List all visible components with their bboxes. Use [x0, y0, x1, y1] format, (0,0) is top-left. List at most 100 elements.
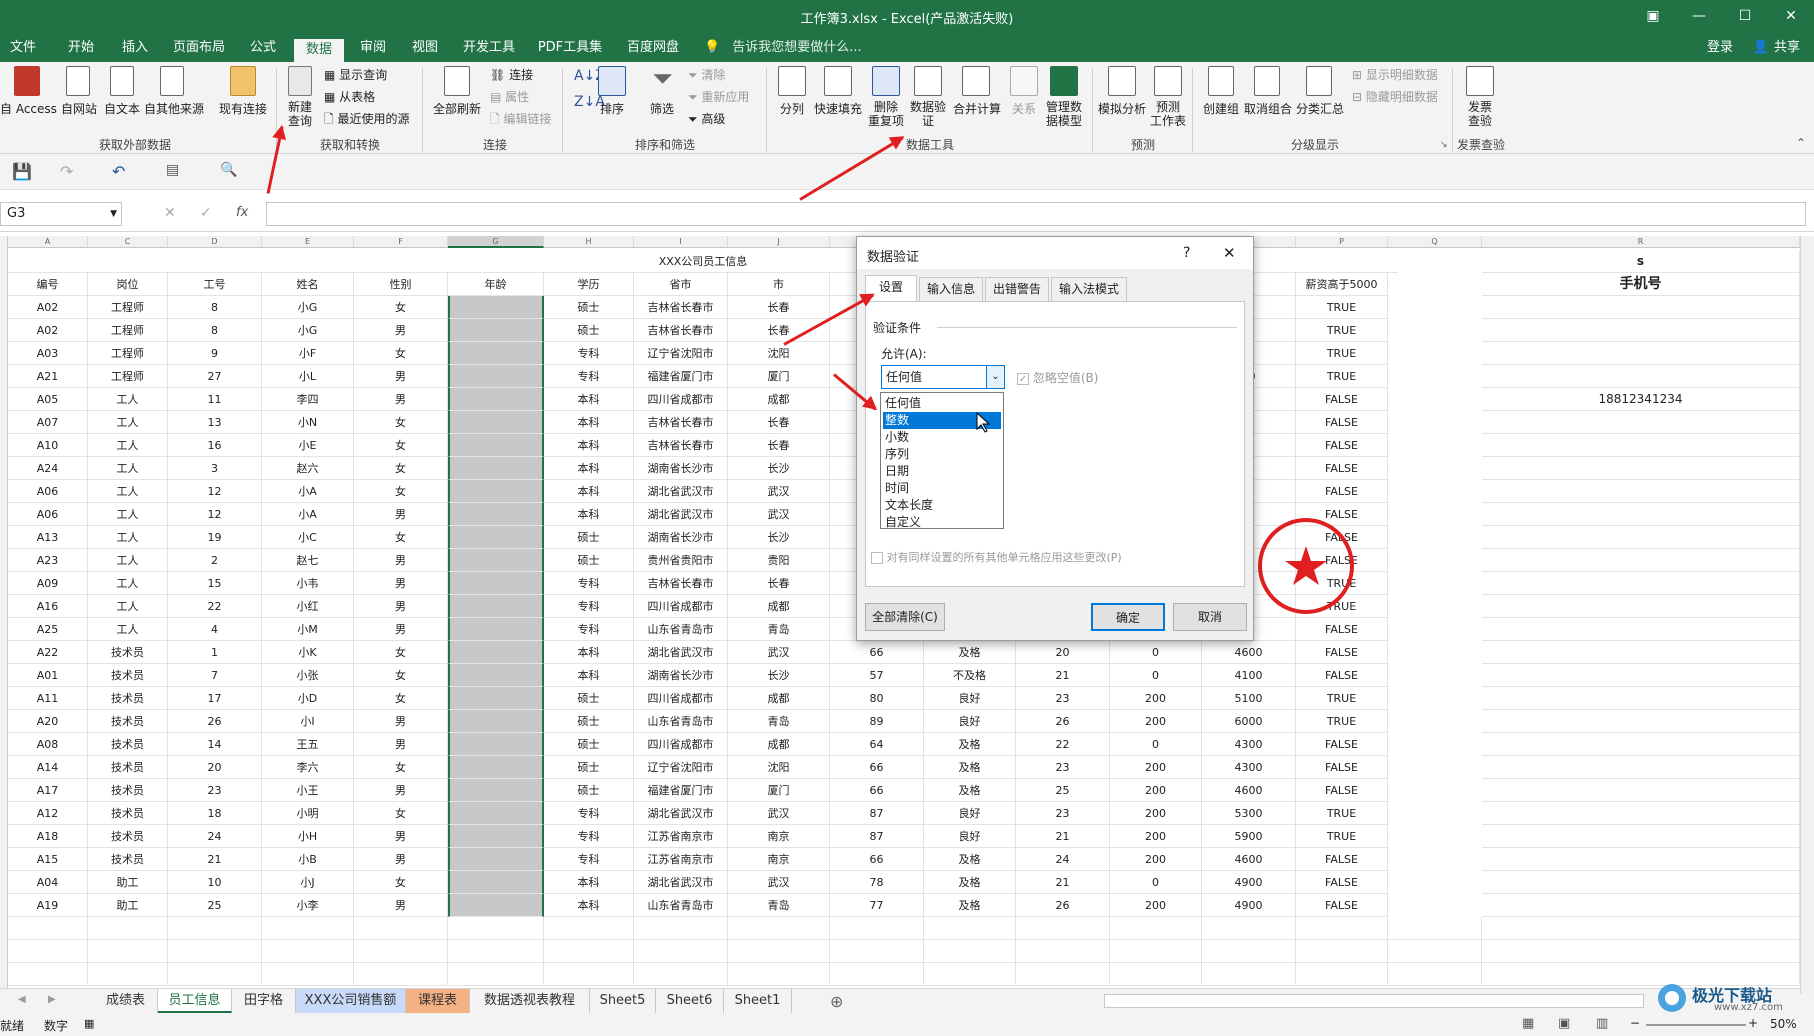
table-cell[interactable]: 男 [354, 572, 448, 595]
column-header[interactable]: E [262, 236, 354, 248]
table-cell[interactable]: A20 [8, 710, 88, 733]
table-cell[interactable] [1482, 595, 1800, 618]
table-cell[interactable]: 专科 [544, 365, 634, 388]
recent-sources-button[interactable]: 🗋 最近使用的源 [324, 110, 409, 131]
table-cell[interactable]: A24 [8, 457, 88, 480]
table-cell[interactable] [544, 940, 634, 963]
table-cell[interactable]: A04 [8, 871, 88, 894]
table-cell[interactable]: 工人 [88, 388, 168, 411]
table-cell[interactable]: 技术员 [88, 733, 168, 756]
table-cell[interactable]: 12 [168, 480, 262, 503]
table-cell[interactable]: 硕士 [544, 319, 634, 342]
maximize-button[interactable]: ☐ [1722, 0, 1768, 32]
column-header[interactable]: R [1482, 236, 1800, 248]
table-cell[interactable] [448, 894, 544, 917]
prev-sheet-icon[interactable]: ◀ [18, 994, 26, 1005]
table-cell[interactable]: 专科 [544, 802, 634, 825]
zoom-preview-icon[interactable]: 🔍 [220, 162, 237, 178]
table-cell[interactable]: 不及格 [924, 664, 1016, 687]
existing-connections-button[interactable]: 现有连接 [214, 100, 272, 117]
login-link[interactable]: 登录 [1700, 37, 1740, 62]
table-cell[interactable]: 本科 [544, 641, 634, 664]
table-cell[interactable]: 及格 [924, 733, 1016, 756]
table-cell[interactable] [8, 940, 88, 963]
table-cell[interactable] [354, 940, 448, 963]
table-cell[interactable]: 硕士 [544, 756, 634, 779]
table-cell[interactable]: 4 [168, 618, 262, 641]
table-cell[interactable]: 200 [1110, 825, 1202, 848]
table-cell[interactable]: 本科 [544, 664, 634, 687]
table-cell[interactable]: 厦门 [728, 365, 830, 388]
table-cell[interactable]: 技术员 [88, 641, 168, 664]
table-cell[interactable]: A22 [8, 641, 88, 664]
table-cell[interactable]: 23 [168, 779, 262, 802]
table-cell[interactable]: 工人 [88, 434, 168, 457]
table-cell[interactable]: 贵阳 [728, 549, 830, 572]
table-cell[interactable] [448, 503, 544, 526]
table-cell[interactable]: 小N [262, 411, 354, 434]
table-cell[interactable]: 四川省成都市 [634, 388, 728, 411]
table-cell[interactable]: 湖南省长沙市 [634, 457, 728, 480]
table-cell[interactable]: 57 [830, 664, 924, 687]
table-cell[interactable] [1110, 963, 1202, 986]
table-cell[interactable]: 0 [1110, 733, 1202, 756]
table-cell[interactable]: 男 [354, 365, 448, 388]
table-cell[interactable]: 13 [168, 411, 262, 434]
table-cell[interactable] [1296, 963, 1388, 986]
insert-function-icon[interactable]: fx [236, 205, 248, 220]
table-cell[interactable] [1482, 687, 1800, 710]
column-header[interactable]: I [634, 236, 728, 248]
column-title[interactable]: 省市 [634, 273, 728, 296]
table-cell[interactable] [1202, 963, 1296, 986]
table-cell[interactable]: 89 [830, 710, 924, 733]
table-cell[interactable]: 青岛 [728, 710, 830, 733]
table-cell[interactable]: 5300 [1202, 802, 1296, 825]
table-cell[interactable]: 小L [262, 365, 354, 388]
table-cell[interactable] [1016, 917, 1110, 940]
sheet-tab[interactable]: 田字格 [232, 989, 296, 1013]
table-cell[interactable]: 湖北省武汉市 [634, 480, 728, 503]
table-cell[interactable]: 8 [168, 296, 262, 319]
table-cell[interactable]: 11 [168, 388, 262, 411]
table-cell[interactable] [448, 848, 544, 871]
redo-icon[interactable]: ↷ [60, 162, 73, 181]
table-cell[interactable] [88, 940, 168, 963]
table-cell[interactable]: 4300 [1202, 733, 1296, 756]
table-cell[interactable]: 3 [168, 457, 262, 480]
table-cell[interactable] [1482, 296, 1800, 319]
table-cell[interactable]: 200 [1110, 756, 1202, 779]
clear-all-button[interactable]: 全部清除(C) [865, 603, 945, 631]
table-cell[interactable]: FALSE [1296, 779, 1388, 802]
table-cell[interactable] [544, 917, 634, 940]
column-header[interactable]: D [168, 236, 262, 248]
confirm-formula-icon[interactable]: ✓ [200, 205, 212, 221]
table-cell[interactable] [1296, 917, 1388, 940]
table-cell[interactable]: 0 [1110, 641, 1202, 664]
table-cell[interactable]: 19 [168, 526, 262, 549]
table-cell[interactable]: 小李 [262, 894, 354, 917]
table-cell[interactable]: A01 [8, 664, 88, 687]
table-cell[interactable]: 李六 [262, 756, 354, 779]
table-cell[interactable] [448, 802, 544, 825]
filter-button[interactable]: 筛选 [644, 100, 680, 117]
collapse-ribbon-icon[interactable]: ⌃ [1796, 136, 1806, 150]
table-cell[interactable]: 及格 [924, 756, 1016, 779]
table-cell[interactable] [262, 963, 354, 986]
table-cell[interactable]: 湖南省长沙市 [634, 664, 728, 687]
table-cell[interactable]: 专科 [544, 618, 634, 641]
table-cell[interactable]: 2 [168, 549, 262, 572]
r-column-header[interactable]: s [1482, 250, 1800, 273]
table-cell[interactable]: A09 [8, 572, 88, 595]
table-cell[interactable]: A05 [8, 388, 88, 411]
option-list[interactable]: 序列 [883, 446, 1001, 463]
table-cell[interactable]: 16 [168, 434, 262, 457]
table-cell[interactable] [1482, 526, 1800, 549]
phone-column-title[interactable]: 手机号 [1482, 273, 1800, 296]
macro-record-icon[interactable]: ▦ [84, 1017, 94, 1030]
text-to-columns-button[interactable]: 分列 [772, 100, 812, 117]
table-cell[interactable]: 78 [830, 871, 924, 894]
share-button[interactable]: 共享 [1770, 37, 1804, 62]
table-cell[interactable]: 工人 [88, 480, 168, 503]
table-cell[interactable]: 小G [262, 319, 354, 342]
page-break-view-icon[interactable]: ▥ [1596, 1016, 1608, 1031]
